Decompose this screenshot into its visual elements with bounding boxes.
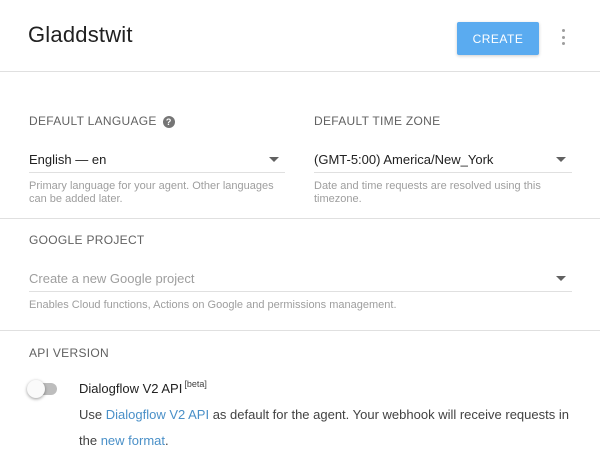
language-value: English — en bbox=[29, 152, 107, 167]
help-icon[interactable]: ? bbox=[162, 116, 175, 128]
google-project-hint: Enables Cloud functions, Actions on Goog… bbox=[29, 299, 397, 311]
timezone-select[interactable]: (GMT-5:00) America/New_York bbox=[314, 147, 572, 173]
chevron-down-icon bbox=[556, 157, 566, 162]
beta-badge: [beta] bbox=[184, 379, 207, 389]
timezone-value: (GMT-5:00) America/New_York bbox=[314, 152, 494, 167]
divider bbox=[0, 330, 600, 331]
chevron-down-icon bbox=[269, 157, 279, 162]
api-v2-title: Dialogflow V2 API [beta] bbox=[79, 379, 207, 396]
create-button[interactable]: CREATE bbox=[457, 22, 539, 55]
api-v2-description: Use Dialogflow V2 API as default for the… bbox=[79, 407, 569, 448]
language-select[interactable]: English — en bbox=[29, 147, 285, 173]
google-project-placeholder: Create a new Google project bbox=[29, 271, 195, 286]
google-project-label: GOOGLE PROJECT bbox=[29, 233, 145, 247]
agent-name[interactable]: Gladdstwit bbox=[28, 22, 133, 48]
agent-settings-page: Gladdstwit CREATE DEFAULT LANGUAGE? Engl… bbox=[0, 0, 600, 469]
chevron-down-icon bbox=[556, 276, 566, 281]
dialogflow-v2-api-link[interactable]: Dialogflow V2 API bbox=[106, 407, 209, 422]
default-language-label: DEFAULT LANGUAGE? bbox=[29, 114, 175, 128]
toggle-knob bbox=[27, 380, 45, 398]
api-v2-toggle[interactable] bbox=[27, 380, 61, 398]
header: Gladdstwit CREATE bbox=[0, 0, 600, 72]
divider bbox=[0, 218, 600, 219]
api-version-label: API VERSION bbox=[29, 346, 109, 360]
new-format-link[interactable]: new format bbox=[101, 433, 165, 448]
default-timezone-label: DEFAULT TIME ZONE bbox=[314, 114, 441, 128]
timezone-hint: Date and time requests are resolved usin… bbox=[314, 180, 541, 205]
more-options-icon[interactable] bbox=[556, 27, 570, 47]
language-hint: Primary language for your agent. Other l… bbox=[29, 180, 274, 205]
google-project-select[interactable]: Create a new Google project bbox=[29, 266, 572, 292]
